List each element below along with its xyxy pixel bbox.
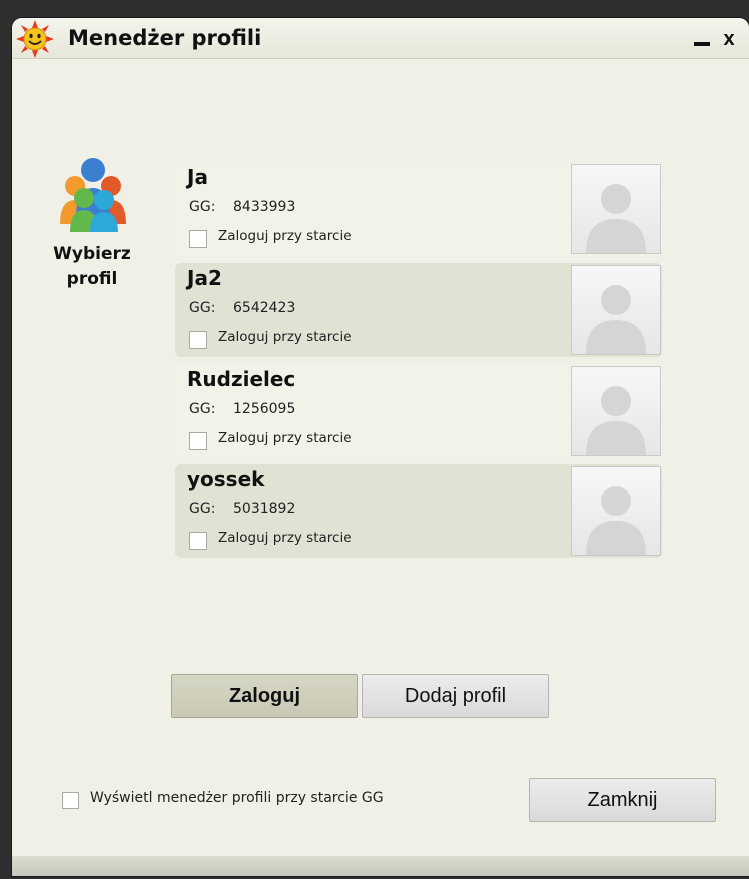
choose-profile-line1: Wybierz (53, 244, 131, 264)
autologin-label[interactable]: Zaloguj przy starcie (218, 329, 352, 345)
gg-number: 5031892 (233, 501, 296, 517)
close-window-button[interactable]: x (718, 28, 740, 50)
profile-row[interactable]: Ja2 GG: 6542423 Zaloguj przy starcie (175, 263, 662, 357)
avatar-placeholder-icon (571, 265, 661, 355)
autologin-label[interactable]: Zaloguj przy starcie (218, 530, 352, 546)
avatar-placeholder-icon (571, 366, 661, 456)
choose-profile-label: Wybierz profil (38, 242, 146, 292)
login-button[interactable]: Zaloguj (171, 674, 358, 718)
autologin-label[interactable]: Zaloguj przy starcie (218, 430, 352, 446)
minimize-button[interactable] (691, 28, 713, 50)
choose-profile-line2: profil (66, 269, 118, 289)
sun-smiley-icon (16, 20, 54, 58)
profile-row[interactable]: Rudzielec GG: 1256095 Zaloguj przy starci… (175, 364, 662, 458)
gg-label: GG: (189, 300, 216, 316)
close-button[interactable]: Zamknij (529, 778, 716, 822)
minimize-icon (694, 42, 710, 46)
profile-gg-number: GG: 6542423 (189, 300, 295, 316)
profile-gg-number: GG: 5031892 (189, 501, 295, 517)
autologin-checkbox[interactable] (189, 532, 207, 550)
window-title: Menedżer profili (68, 26, 262, 50)
profile-row[interactable]: yossek GG: 5031892 Zaloguj przy starcie (175, 464, 662, 558)
gg-number: 6542423 (233, 300, 296, 316)
avatar-placeholder-icon (571, 466, 661, 556)
autologin-label[interactable]: Zaloguj przy starcie (218, 228, 352, 244)
gg-label: GG: (189, 401, 216, 417)
gg-number: 8433993 (233, 199, 296, 215)
avatar-placeholder-icon (571, 164, 661, 254)
profile-gg-number: GG: 8433993 (189, 199, 295, 215)
title-bar[interactable]: Menedżer profili x (12, 18, 749, 59)
profile-name: Ja (187, 165, 208, 189)
autologin-checkbox[interactable] (189, 331, 207, 349)
add-profile-button[interactable]: Dodaj profil (362, 674, 549, 718)
window-bottom-edge (12, 856, 749, 876)
autologin-checkbox[interactable] (189, 432, 207, 450)
gg-label: GG: (189, 501, 216, 517)
profile-row[interactable]: Ja GG: 8433993 Zaloguj przy starcie (175, 162, 662, 256)
profile-name: Rudzielec (187, 367, 296, 391)
show-manager-checkbox[interactable] (62, 792, 79, 809)
profile-gg-number: GG: 1256095 (189, 401, 295, 417)
profile-name: yossek (187, 467, 265, 491)
gg-number: 1256095 (233, 401, 296, 417)
gg-label: GG: (189, 199, 216, 215)
profile-manager-window: Menedżer profili x Wybierz profil Ja GG:… (12, 18, 749, 876)
profile-name: Ja2 (187, 266, 222, 290)
autologin-checkbox[interactable] (189, 230, 207, 248)
show-manager-label[interactable]: Wyświetl menedżer profili przy starcie G… (90, 790, 384, 806)
users-group-icon (60, 158, 126, 232)
